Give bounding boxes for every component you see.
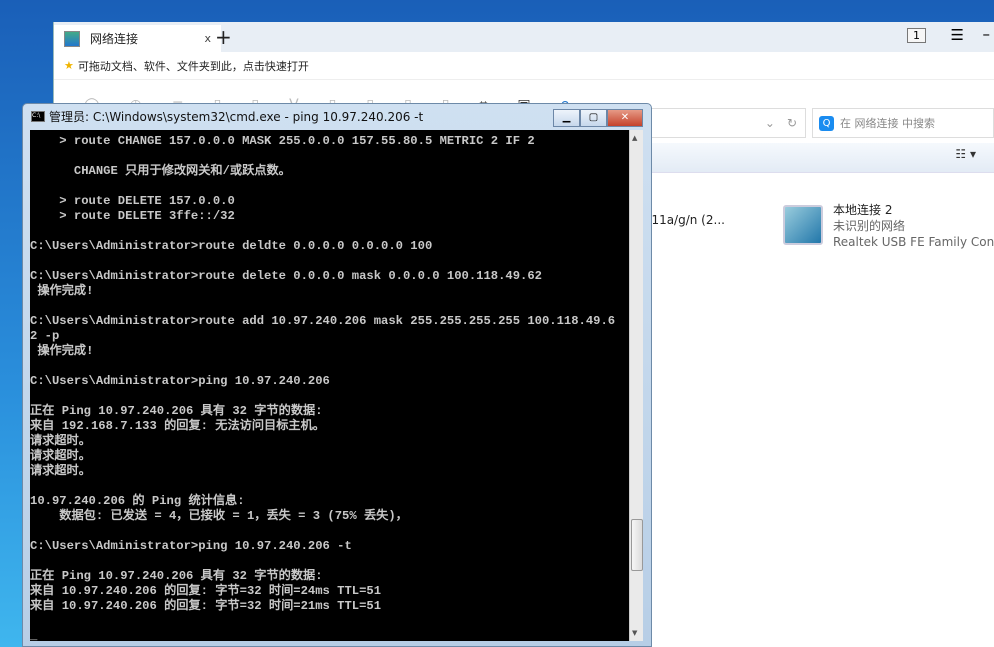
search-engine-icon[interactable]: Q bbox=[819, 115, 834, 131]
tab-title: 网络连接 bbox=[90, 32, 139, 46]
console-line: C:\Users\Administrator>ping 10.97.240.20… bbox=[30, 374, 330, 388]
console-line: C:\Users\Administrator>ping 10.97.240.20… bbox=[30, 539, 352, 553]
console-output[interactable]: > route CHANGE 157.0.0.0 MASK 255.0.0.0 … bbox=[30, 130, 629, 641]
cmd-icon: C:\ bbox=[31, 111, 45, 122]
menu-icon[interactable]: ☰ bbox=[951, 26, 964, 44]
minimize-button[interactable]: ▁ bbox=[553, 109, 580, 127]
console-line: C:\Users\Administrator>route add 10.97.2… bbox=[30, 314, 616, 328]
console-line: 数据包: 已发送 = 4，已接收 = 1，丢失 = 3 (75% 丢失)， bbox=[30, 509, 408, 523]
tab-network-connections[interactable]: 网络连接 x bbox=[54, 25, 221, 52]
console-line: 请求超时。 bbox=[30, 449, 91, 463]
cmd-window: C:\ 管理员: C:\Windows\system32\cmd.exe - p… bbox=[22, 103, 652, 647]
connection-adapter: Realtek USB FE Family Controller bbox=[833, 235, 994, 249]
refresh-icon[interactable]: ↻ bbox=[787, 116, 797, 130]
star-icon: ★ bbox=[64, 59, 74, 72]
scroll-down-icon[interactable]: ▼ bbox=[632, 629, 637, 637]
connection-item-local-2[interactable]: 本地连接 2 未识别的网络 Realtek USB FE Family Cont… bbox=[783, 202, 994, 250]
close-button[interactable]: ✕ bbox=[607, 109, 643, 127]
console-line: 操作完成! bbox=[30, 284, 94, 298]
search-placeholder: 在 网络连接 中搜索 bbox=[840, 117, 935, 130]
console-line: 来自 10.97.240.206 的回复: 字节=32 时间=24ms TTL=… bbox=[30, 584, 382, 598]
console-line: 正在 Ping 10.97.240.206 具有 32 字节的数据: bbox=[30, 404, 323, 418]
console-line: 2 -p bbox=[30, 329, 60, 343]
console-line: C:\Users\Administrator>route deldte 0.0.… bbox=[30, 239, 433, 253]
new-tab-button[interactable]: + bbox=[215, 25, 232, 49]
tab-bar: 网络连接 x + 1 ☰ – bbox=[54, 22, 994, 52]
console-line: 来自 192.168.7.133 的回复: 无法访问目标主机。 bbox=[30, 419, 325, 433]
console-line: 操作完成! bbox=[30, 344, 94, 358]
console-line: > route DELETE 3ffe::/32 bbox=[30, 209, 235, 223]
minimize-button[interactable]: – bbox=[983, 25, 991, 43]
console-line: 来自 10.97.240.206 的回复: 字节=32 时间=21ms TTL=… bbox=[30, 599, 382, 613]
view-options-icon[interactable]: ☷ ▾ bbox=[955, 147, 976, 161]
search-box[interactable]: Q 在 网络连接 中搜索 bbox=[812, 108, 994, 138]
network-adapter-icon bbox=[783, 205, 823, 245]
console-line: 请求超时。 bbox=[30, 464, 91, 478]
connection-status: 未识别的网络 bbox=[833, 219, 906, 233]
bookmark-bar: ★ 可拖动文档、软件、文件夹到此，点击快速打开 bbox=[54, 52, 994, 80]
console-line: C:\Users\Administrator>route delete 0.0.… bbox=[30, 269, 542, 283]
scroll-thumb[interactable] bbox=[631, 519, 643, 571]
console-line: > route CHANGE 157.0.0.0 MASK 255.0.0.0 … bbox=[30, 134, 535, 148]
maximize-button[interactable]: ▢ bbox=[580, 109, 607, 127]
console-line: 请求超时。 bbox=[30, 434, 91, 448]
tab-close-button[interactable]: x bbox=[204, 32, 211, 45]
console-line: 10.97.240.206 的 Ping 统计信息: bbox=[30, 494, 245, 508]
scrollbar[interactable]: ▲ ▼ bbox=[629, 130, 643, 641]
console-line: > route DELETE 157.0.0.0 bbox=[30, 194, 235, 208]
connection-name: 本地连接 2 bbox=[833, 203, 893, 217]
cmd-title: 管理员: C:\Windows\system32\cmd.exe - ping … bbox=[49, 110, 424, 124]
console-line: 正在 Ping 10.97.240.206 具有 32 字节的数据: bbox=[30, 569, 323, 583]
window-count-button[interactable]: 1 bbox=[907, 28, 926, 43]
bookmark-hint: 可拖动文档、软件、文件夹到此，点击快速打开 bbox=[77, 59, 309, 73]
console-line: CHANGE 只用于修改网关和/或跃点数。 bbox=[30, 164, 291, 178]
scroll-up-icon[interactable]: ▲ bbox=[632, 134, 637, 142]
network-folder-icon bbox=[64, 30, 80, 47]
console-line: _ bbox=[30, 629, 38, 641]
dropdown-icon[interactable]: ⌄ bbox=[765, 116, 775, 130]
command-bar: ☷ ▾ bbox=[598, 143, 994, 173]
